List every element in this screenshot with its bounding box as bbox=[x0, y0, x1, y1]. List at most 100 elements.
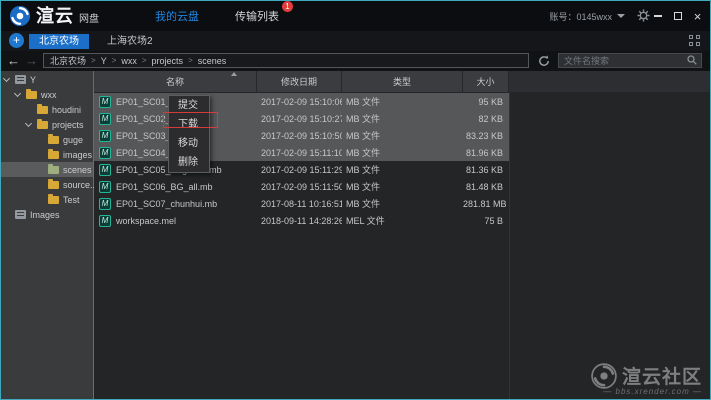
community-logo-icon bbox=[591, 363, 617, 389]
file-row[interactable]: EP01_SC01_kaola 2017-02-09 15:10:06 MB 文… bbox=[94, 93, 509, 110]
file-row[interactable]: EP01_SC05_xingzhou.mb 2017-02-09 15:11:2… bbox=[94, 161, 509, 178]
breadcrumb-segment[interactable]: scenes bbox=[198, 56, 227, 66]
file-row[interactable]: EP01_SC04_xia.m 2017-02-09 15:11:10 MB 文… bbox=[94, 144, 509, 161]
breadcrumb-separator: > bbox=[112, 56, 117, 65]
file-type: MB 文件 bbox=[342, 95, 463, 108]
farm-tab-shanghai-farm-2[interactable]: 上海农场2 bbox=[97, 34, 163, 49]
file-type: MB 文件 bbox=[342, 197, 463, 210]
file-size: 81.36 KB bbox=[463, 165, 509, 175]
app-logo: 渲云 网盘 bbox=[9, 5, 99, 27]
settings-gear-icon[interactable] bbox=[637, 9, 650, 27]
file-type: MB 文件 bbox=[342, 146, 463, 159]
tree-item-5[interactable]: images bbox=[1, 147, 93, 162]
tab-my-cloud-disk[interactable]: 我的云盘 bbox=[151, 6, 203, 26]
tab-transfer-list[interactable]: 传输列表 1 bbox=[231, 6, 283, 26]
minimize-button[interactable] bbox=[651, 10, 664, 23]
tree-item-0[interactable]: Y bbox=[1, 72, 93, 87]
file-size: 82 KB bbox=[463, 114, 509, 124]
maya-file-icon bbox=[99, 130, 111, 142]
file-type: MB 文件 bbox=[342, 112, 463, 125]
account-menu[interactable]: 账号：0145wxx bbox=[549, 1, 625, 31]
app-title: 渲云 bbox=[36, 5, 74, 27]
breadcrumb-segment[interactable]: projects bbox=[152, 56, 184, 66]
tree-item-label: source... bbox=[63, 180, 98, 190]
chevron-down-icon[interactable] bbox=[25, 120, 32, 127]
farm-tab-beijing-farm[interactable]: 北京农场 bbox=[29, 34, 89, 49]
file-row[interactable]: workspace.mel 2018-09-11 14:28:26 MEL 文件… bbox=[94, 212, 509, 229]
tree-item-3[interactable]: projects bbox=[1, 117, 93, 132]
tree-item-1[interactable]: wxx bbox=[1, 87, 93, 102]
file-row[interactable]: EP01_SC03_tank 2017-02-09 15:10:50 MB 文件… bbox=[94, 127, 509, 144]
titlebar-tabs: 我的云盘 传输列表 1 bbox=[151, 1, 283, 31]
toolbar: + 北京农场上海农场2 bbox=[1, 31, 710, 51]
tree-item-7[interactable]: source... bbox=[1, 177, 93, 192]
column-header-1[interactable]: 修改日期 bbox=[257, 71, 342, 92]
file-size: 81.48 KB bbox=[463, 182, 509, 192]
file-row[interactable]: EP01_SC06_BG_all.mb 2017-02-09 15:11:50 … bbox=[94, 178, 509, 195]
table-header: 名称修改日期类型大小 bbox=[94, 71, 710, 92]
column-header-3[interactable]: 大小 bbox=[463, 71, 509, 92]
grid-view-icon[interactable] bbox=[689, 35, 700, 46]
file-size: 81.96 KB bbox=[463, 148, 509, 158]
file-size: 75 B bbox=[463, 216, 509, 226]
file-type: MB 文件 bbox=[342, 180, 463, 193]
file-size: 281.81 MB bbox=[463, 199, 509, 209]
context-menu: 提交下载移动删除 bbox=[168, 95, 210, 173]
close-button[interactable]: × bbox=[691, 10, 704, 23]
tree-item-8[interactable]: Test bbox=[1, 192, 93, 207]
folder-icon bbox=[48, 151, 59, 159]
breadcrumb-segment[interactable]: wxx bbox=[121, 56, 137, 66]
tree-item-9[interactable]: Images bbox=[1, 207, 93, 222]
tree-item-label: scenes bbox=[63, 165, 92, 175]
chevron-down-icon[interactable] bbox=[14, 90, 21, 97]
file-type: MB 文件 bbox=[342, 129, 463, 142]
context-menu-item-delete[interactable]: 删除 bbox=[169, 153, 209, 172]
chevron-down-icon[interactable] bbox=[3, 75, 10, 82]
breadcrumb-segment[interactable]: 北京农场 bbox=[50, 54, 86, 67]
tree-item-6[interactable]: scenes bbox=[1, 162, 93, 177]
column-header-2[interactable]: 类型 bbox=[342, 71, 463, 92]
drive-icon bbox=[15, 75, 26, 84]
folder-icon bbox=[37, 106, 48, 114]
header-filler bbox=[509, 71, 710, 92]
file-row[interactable]: EP01_SC02_quan 2017-02-09 15:10:27 MB 文件… bbox=[94, 110, 509, 127]
maximize-button[interactable] bbox=[671, 10, 684, 23]
sort-indicator-icon bbox=[231, 72, 237, 76]
maya-file-icon bbox=[99, 198, 111, 210]
tree-item-label: projects bbox=[52, 120, 84, 130]
file-name: EP01_SC07_chunhui.mb bbox=[116, 199, 217, 209]
search-input[interactable] bbox=[559, 56, 687, 66]
forward-arrow-icon[interactable]: → bbox=[25, 52, 38, 69]
tree-item-label: wxx bbox=[41, 90, 57, 100]
search-icon[interactable] bbox=[687, 52, 697, 70]
file-row[interactable]: EP01_SC07_chunhui.mb 2017-08-11 10:16:51… bbox=[94, 195, 509, 212]
account-label: 账号：0145wxx bbox=[549, 10, 612, 23]
folder-icon bbox=[48, 181, 59, 189]
tree-item-label: Y bbox=[30, 75, 36, 85]
file-size: 95 KB bbox=[463, 97, 509, 107]
tree-item-4[interactable]: guge bbox=[1, 132, 93, 147]
context-menu-item-move[interactable]: 移动 bbox=[169, 134, 209, 153]
maya-file-icon bbox=[99, 215, 111, 227]
back-arrow-icon[interactable]: ← bbox=[7, 52, 20, 69]
folder-icon bbox=[48, 196, 59, 204]
breadcrumb-segment[interactable]: Y bbox=[101, 56, 107, 66]
navigation-bar: ← → 北京农场> Y> wxx> projects> scenes bbox=[1, 51, 710, 71]
breadcrumb-separator: > bbox=[91, 56, 96, 65]
community-title: 渲云社区 bbox=[622, 362, 702, 389]
farm-tabs: 北京农场上海农场2 bbox=[29, 34, 163, 49]
file-date: 2017-02-09 15:10:27 bbox=[257, 114, 342, 124]
file-name: EP01_SC06_BG_all.mb bbox=[116, 182, 213, 192]
tree-item-label: Images bbox=[30, 210, 60, 220]
community-url: — bbs.xrender.com — bbox=[603, 387, 702, 396]
drive-icon bbox=[15, 210, 26, 219]
file-size: 83.23 KB bbox=[463, 131, 509, 141]
add-farm-button[interactable]: + bbox=[9, 33, 24, 48]
breadcrumb[interactable]: 北京农场> Y> wxx> projects> scenes bbox=[43, 53, 529, 68]
tree-item-label: houdini bbox=[52, 105, 81, 115]
folder-icon bbox=[26, 91, 37, 99]
tree-item-2[interactable]: houdini bbox=[1, 102, 93, 117]
file-date: 2017-02-09 15:11:29 bbox=[257, 165, 342, 175]
refresh-icon[interactable] bbox=[538, 54, 550, 72]
file-date: 2017-02-09 15:10:50 bbox=[257, 131, 342, 141]
